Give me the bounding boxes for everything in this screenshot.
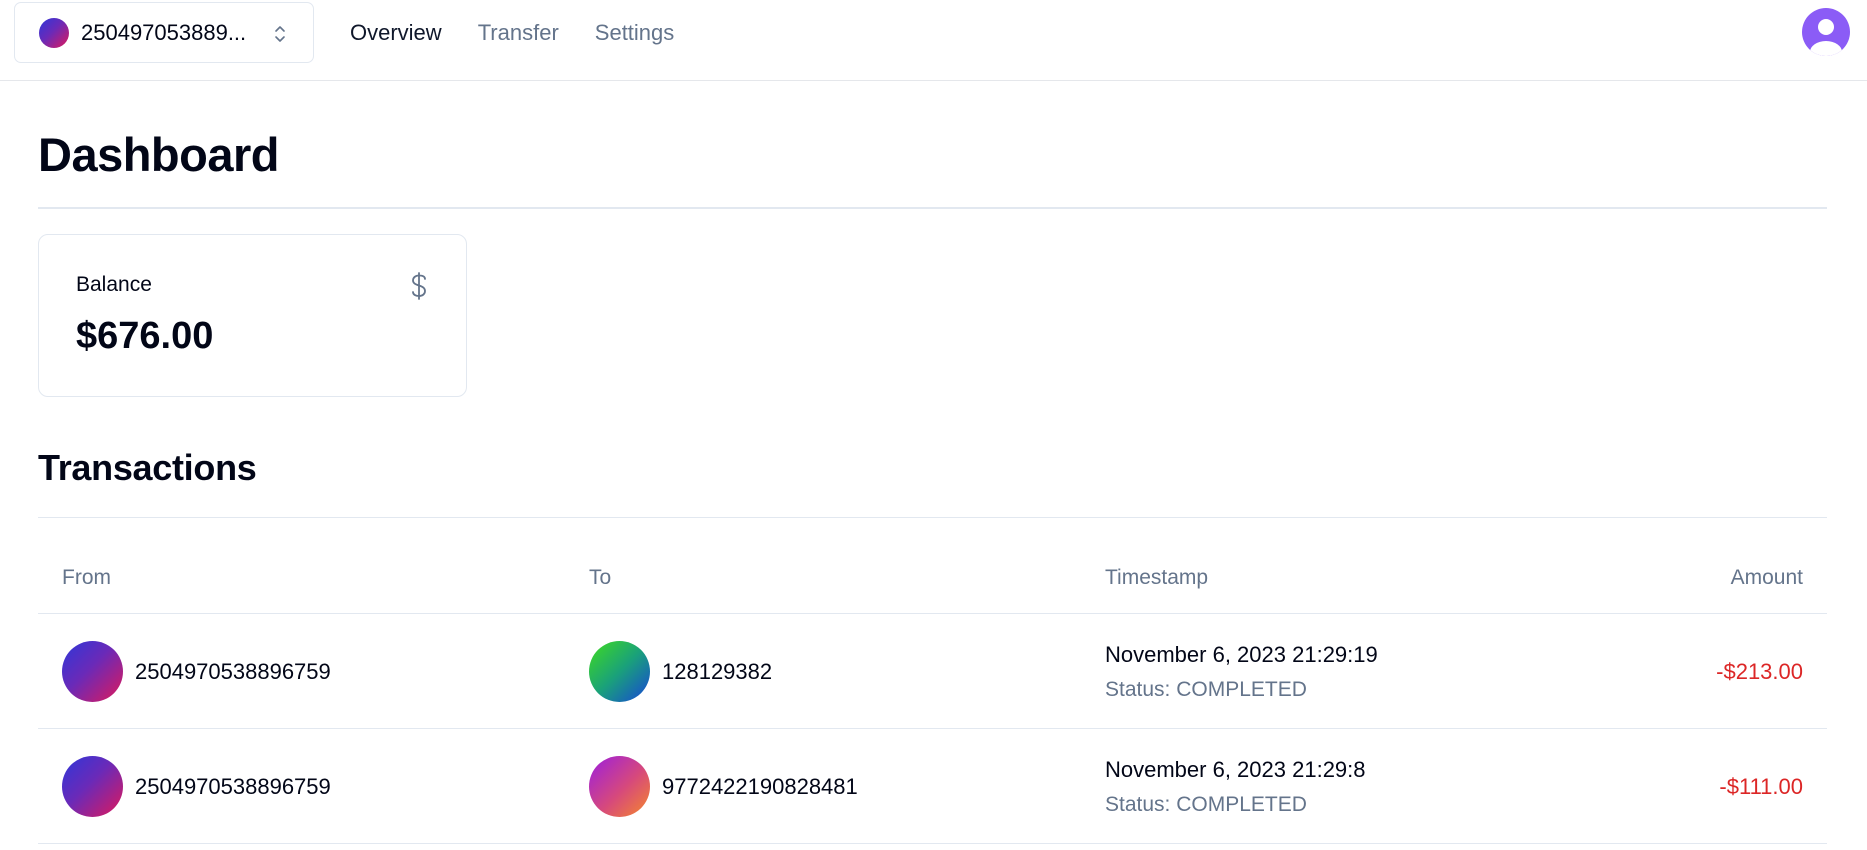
amount: -$111.00 — [1719, 773, 1803, 799]
table-header: From To Timestamp Amount — [38, 540, 1827, 614]
column-header-to: To — [589, 566, 612, 589]
account-label: 250497053889... — [81, 19, 247, 45]
main-nav: Overview Transfer Settings — [350, 18, 674, 48]
transactions-title: Transactions — [38, 447, 257, 488]
account-avatar — [39, 17, 69, 48]
table-row[interactable]: 2504970538896759 9772422190828481 Novemb… — [38, 729, 1827, 844]
amount: -$213.00 — [1716, 658, 1803, 684]
account-switcher[interactable]: 250497053889... — [14, 2, 314, 63]
title-divider — [38, 207, 1827, 209]
timestamp: November 6, 2023 21:29:8 — [1105, 756, 1366, 782]
from-account: 2504970538896759 — [135, 658, 331, 684]
table-row[interactable]: 2504970538896759 128129382 November 6, 2… — [38, 614, 1827, 729]
from-account: 2504970538896759 — [135, 773, 331, 799]
column-header-amount: Amount — [1730, 566, 1803, 589]
to-account: 128129382 — [662, 658, 773, 684]
balance-card: Balance $676.00 — [38, 234, 467, 397]
user-icon — [1810, 19, 1842, 56]
nav-overview[interactable]: Overview — [350, 18, 442, 48]
from-cell: 2504970538896759 — [62, 729, 331, 844]
nav-transfer[interactable]: Transfer — [478, 18, 559, 48]
timestamp-cell: November 6, 2023 21:29:8 Status: COMPLET… — [1105, 729, 1366, 844]
dollar-icon — [412, 272, 426, 300]
from-avatar — [62, 756, 123, 817]
to-cell: 128129382 — [589, 614, 772, 729]
nav-settings[interactable]: Settings — [595, 18, 675, 48]
to-avatar — [589, 641, 650, 702]
to-avatar — [589, 756, 650, 817]
status-text: Status: COMPLETED — [1105, 677, 1307, 701]
top-navigation-bar: 250497053889... Overview Transfer Settin… — [0, 0, 1867, 81]
transactions-table: From To Timestamp Amount 250497053889675… — [38, 540, 1827, 844]
column-header-timestamp: Timestamp — [1105, 566, 1209, 589]
column-header-from: From — [62, 566, 111, 589]
from-avatar — [62, 641, 123, 702]
timestamp-cell: November 6, 2023 21:29:19 Status: COMPLE… — [1105, 614, 1378, 729]
chevron-up-down-icon — [275, 26, 285, 42]
balance-value: $676.00 — [76, 315, 214, 357]
to-cell: 9772422190828481 — [589, 729, 858, 844]
user-avatar[interactable] — [1802, 8, 1850, 56]
balance-label: Balance — [76, 273, 152, 296]
to-account: 9772422190828481 — [662, 773, 858, 799]
transactions-divider — [38, 517, 1827, 518]
from-cell: 2504970538896759 — [62, 614, 331, 729]
page-title: Dashboard — [38, 128, 280, 181]
status-text: Status: COMPLETED — [1105, 792, 1307, 816]
timestamp: November 6, 2023 21:29:19 — [1105, 641, 1378, 667]
